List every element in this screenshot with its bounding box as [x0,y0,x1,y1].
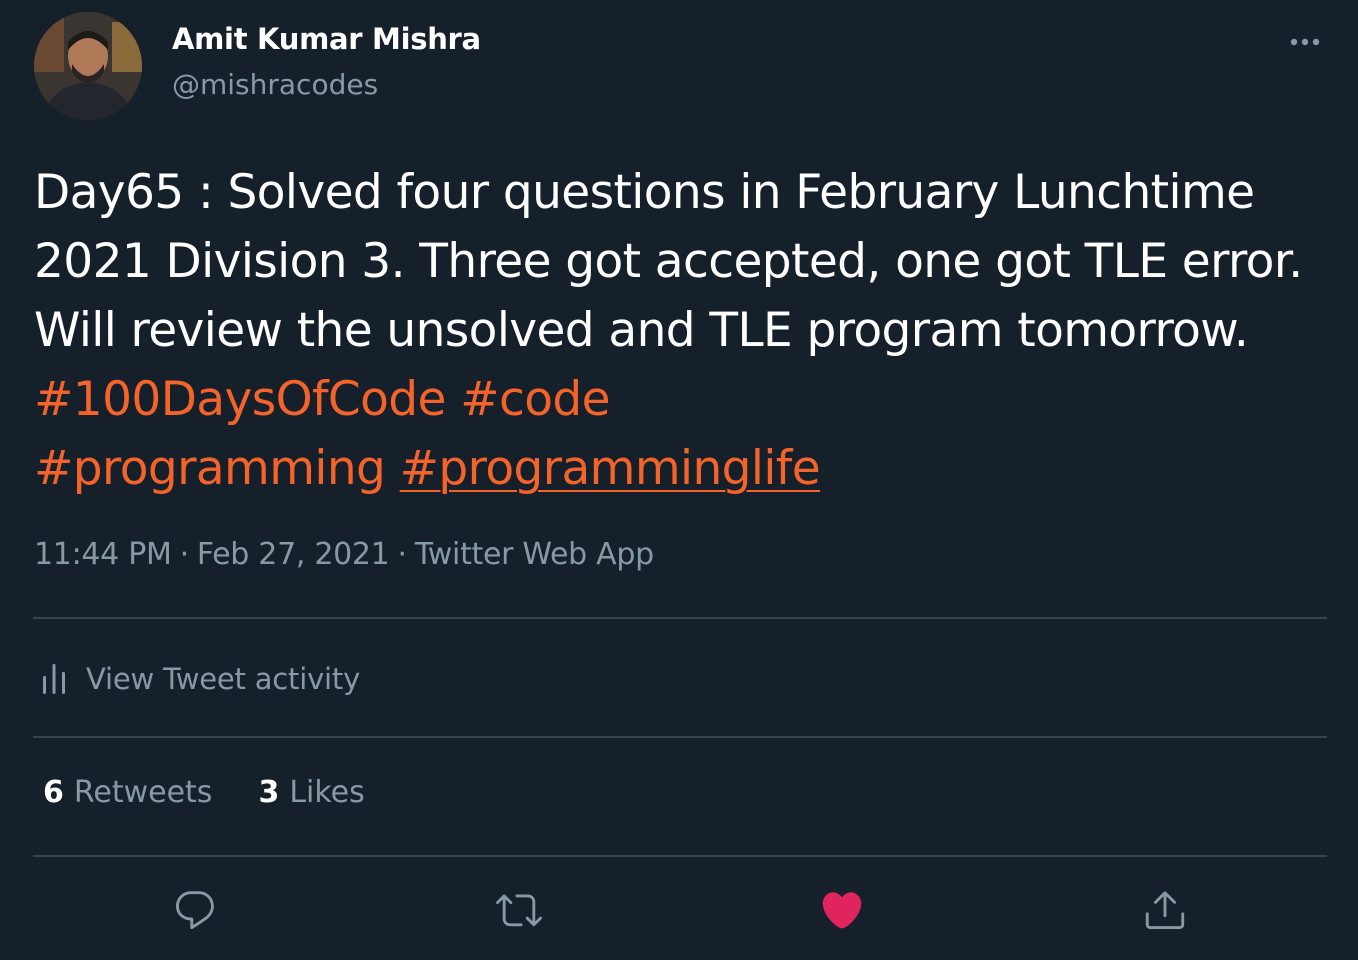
retweet-button[interactable] [493,884,545,936]
likes-count: 3 [258,775,280,810]
divider [33,855,1327,857]
heart-icon [822,892,862,929]
meta-separator: · [397,537,407,572]
tweet-date[interactable]: Feb 27, 2021 [197,537,390,572]
more-options-button[interactable] [1282,26,1328,58]
share-icon [1145,891,1185,930]
hashtag-code[interactable]: #code [460,372,610,427]
retweets-count: 6 [43,775,64,810]
share-button[interactable] [1139,884,1191,936]
tweet-text-line: Day65 : Solved four questions in Februar… [34,165,1255,220]
meta-separator: · [179,537,190,572]
engagement-stats: 6 Retweets 3 Likes [43,775,411,810]
analytics-bars-icon [43,664,65,694]
reply-button[interactable] [169,884,221,936]
more-horizontal-icon [1290,38,1320,46]
tweet-card: Amit Kumar Mishra @mishracodes Day65 : S… [0,0,1358,960]
tweet-text: Day65 : Solved four questions in Februar… [34,158,1334,503]
divider [33,617,1327,619]
divider [33,736,1327,738]
tweet-text-line: 2021 Division 3. Three got accepted, one… [34,234,1303,289]
tweet-time[interactable]: 11:44 PM [34,537,172,572]
hashtag-100daysofcode[interactable]: #100DaysOfCode [34,372,446,427]
display-name[interactable]: Amit Kumar Mishra [172,22,481,56]
reply-icon [176,891,214,930]
retweets-stat[interactable]: 6 Retweets [43,775,212,810]
likes-stat[interactable]: 3 Likes [258,775,364,810]
view-tweet-activity-label: View Tweet activity [86,662,361,696]
hashtag-line: #programming #programminglife [34,434,1334,503]
hashtag-programming[interactable]: #programming [34,441,386,496]
tweet-source[interactable]: Twitter Web App [415,537,654,572]
user-handle[interactable]: @mishracodes [172,68,378,101]
retweet-icon [496,894,542,927]
tweet-meta: 11:44 PM · Feb 27, 2021 · Twitter Web App [34,537,654,572]
avatar[interactable] [34,12,142,120]
tweet-text-line: Will review the unsolved and TLE program… [34,303,1249,358]
view-tweet-activity-link[interactable]: View Tweet activity [40,658,360,700]
hashtag-line: #100DaysOfCode #code [34,365,1334,434]
like-button[interactable] [816,884,868,936]
likes-label: Likes [289,775,365,810]
retweets-label: Retweets [73,775,213,810]
hashtag-programminglife[interactable]: #programminglife [400,441,821,496]
